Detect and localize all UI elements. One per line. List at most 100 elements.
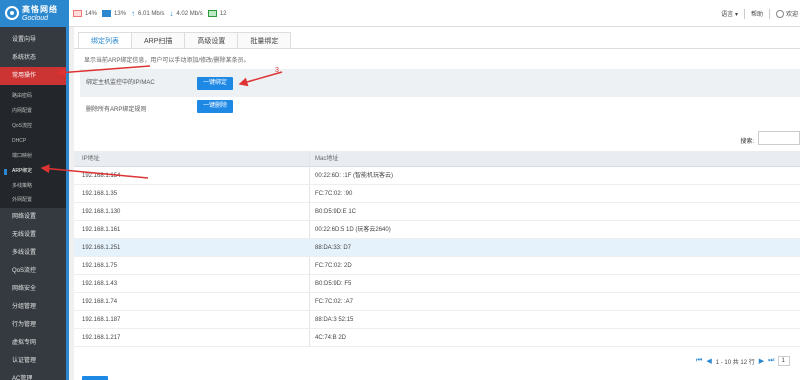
logo-icon — [5, 6, 19, 20]
header-ip[interactable]: IP地址 — [82, 151, 100, 167]
table-row[interactable]: 192.168.1.217 4C:74:B 2D — [74, 329, 800, 347]
sidebar-item-network-settings[interactable]: 网络设置 — [0, 208, 69, 226]
sidebar: 设置向导 系统状态 常用操作 路由密码 内网配置 QoS流控 DHCP 端口映射… — [0, 27, 69, 380]
upload-arrow-icon: ↑ — [131, 9, 136, 18]
main-content: 绑定列表 ARP扫描 高级设置 批量绑定 显示当前ARP绑定信息，用户可以手动添… — [74, 27, 800, 380]
divider — [743, 8, 745, 19]
cell-ip: 192.168.1.43 — [82, 281, 118, 287]
tab-advanced[interactable]: 高级设置 — [184, 32, 239, 49]
submenu-port-mapping[interactable]: 端口映射 — [0, 149, 69, 164]
submenu-lan-config[interactable]: 内网配置 — [0, 104, 69, 119]
submenu-qos[interactable]: QoS流控 — [0, 119, 69, 134]
annotation-number: 3 — [275, 67, 279, 74]
cell-ip: 192.168.1.154 — [82, 173, 121, 179]
help-link[interactable]: 帮助 — [751, 9, 763, 18]
arp-table: IP地址 Mac地址 192.168.1.154 00:22:6D: :1F (智… — [74, 151, 800, 347]
cell-mac: FC:7C:02: :90 — [315, 191, 353, 197]
submenu-dhcp[interactable]: DHCP — [0, 134, 69, 149]
submenu-arp-binding[interactable]: ARP绑定 — [0, 164, 69, 179]
monitor-icon — [207, 10, 217, 17]
submenu-wan-config[interactable]: 外网配置 — [0, 193, 69, 208]
next-page-icon[interactable]: ▶ — [759, 357, 764, 365]
brand-name-cn: 高恪网络 — [22, 5, 58, 14]
cell-mac: FC:7C:02: :A7 — [315, 299, 354, 305]
sidebar-item-auth[interactable]: 认证管理 — [0, 352, 69, 370]
sidebar-item-qos[interactable]: QoS流控 — [0, 262, 69, 280]
first-page-icon[interactable]: ⏮ — [696, 357, 702, 365]
download-stat: ↓ 4.02 Mb/s — [169, 9, 202, 18]
online-count: 12 — [219, 10, 227, 17]
top-bar: 高恪网络 Gocloud 14% 13% ↑ 6.01 Mb/s ↓ 4.02 … — [0, 0, 800, 27]
active-indicator — [4, 169, 7, 175]
table-row[interactable]: 192.168.1.74 FC:7C:02: :A7 — [74, 293, 800, 311]
memory-icon — [102, 10, 112, 17]
download-value: 4.02 Mb/s — [176, 10, 203, 17]
prev-page-icon[interactable]: ◀ — [706, 357, 711, 365]
language-menu[interactable]: 语言 ▾ — [721, 9, 738, 18]
tab-arp-scan[interactable]: ARP扫描 — [131, 32, 186, 49]
sidebar-submenu: 路由密码 内网配置 QoS流控 DHCP 端口映射 ARP绑定 多线策略 外网配… — [0, 85, 69, 208]
sidebar-item-common-ops[interactable]: 常用操作 — [0, 67, 69, 85]
table-row[interactable]: 192.168.1.251 88:DA:33: D7 — [74, 239, 800, 257]
sidebar-item-setup-wizard[interactable]: 设置向导 — [0, 31, 69, 49]
cpu-stat: 14% — [73, 10, 97, 17]
memory-value: 13% — [114, 10, 127, 17]
download-arrow-icon: ↓ — [169, 9, 174, 18]
one-click-delete-button[interactable]: 一键删除 — [197, 100, 234, 113]
sidebar-item-groups[interactable]: 分组管理 — [0, 298, 69, 316]
cpu-value: 14% — [85, 10, 98, 17]
table-row[interactable]: 192.168.1.187 88:DA:3 52:15 — [74, 311, 800, 329]
header-mac[interactable]: Mac地址 — [315, 151, 338, 167]
cell-mac: 4C:74:B 2D — [315, 335, 347, 341]
cell-ip: 192.168.1.130 — [82, 209, 121, 215]
search-label: 搜索: — [740, 139, 754, 145]
cell-mac: B0:D5:9D:E 1C — [315, 209, 357, 215]
notice-text: 显示当前ARP绑定信息，用户可以手动添加/修改/删除某条员。 — [84, 58, 250, 64]
brand-logo[interactable]: 高恪网络 Gocloud — [0, 0, 69, 27]
bind-row: 绑定主机监控中的IP/MAC — [80, 69, 800, 97]
sidebar-item-ac[interactable]: AC管理 — [0, 370, 69, 380]
cpu-icon — [73, 10, 82, 17]
cell-ip: 192.168.1.75 — [82, 263, 118, 269]
cell-mac: 88:DA:33: D7 — [315, 245, 352, 251]
table-row[interactable]: 192.168.1.161 00:22:6D:5 1D (玩客云2640) — [74, 221, 800, 239]
brand-name-en: Gocloud — [22, 15, 49, 22]
sidebar-item-wireless[interactable]: 无线设置 — [0, 226, 69, 244]
sidebar-item-vpn[interactable]: 虚拟专网 — [0, 334, 69, 352]
cell-ip: 192.168.1.161 — [82, 227, 121, 233]
user-greeting: 欢迎 — [785, 12, 798, 18]
tab-batch-binding[interactable]: 批量绑定 — [237, 32, 292, 49]
cell-mac: 00:22:6D: :1F (智能机玩客云) — [315, 173, 394, 179]
sidebar-item-behavior[interactable]: 行为管理 — [0, 316, 69, 334]
sidebar-item-multiline[interactable]: 多线设置 — [0, 244, 69, 262]
sidebar-item-system-status[interactable]: 系统状态 — [0, 49, 69, 67]
last-page-icon[interactable]: ⏭ — [768, 357, 774, 365]
add-button[interactable] — [82, 376, 108, 380]
cell-ip: 192.168.1.74 — [82, 299, 118, 305]
sidebar-scrollbar[interactable] — [66, 27, 69, 380]
cell-mac: FC:7C:02: 2D — [315, 263, 352, 269]
online-stat[interactable]: 12 — [207, 10, 227, 17]
search-input[interactable] — [758, 131, 800, 145]
cell-ip: 192.168.1.217 — [82, 335, 121, 341]
table-row[interactable]: 192.168.1.75 FC:7C:02: 2D — [74, 257, 800, 275]
table-row[interactable]: 192.168.1.35 FC:7C:02: :90 — [74, 185, 800, 203]
user-menu[interactable]: 欢迎 — [775, 9, 800, 18]
user-icon — [775, 9, 784, 18]
upload-stat: ↑ 6.01 Mb/s — [131, 9, 164, 18]
table-row[interactable]: 192.168.1.130 B0:D5:9D:E 1C — [74, 203, 800, 221]
table-row[interactable]: 192.168.1.43 B0:D5:9D: F5 — [74, 275, 800, 293]
divider — [768, 8, 770, 19]
one-click-bind-button[interactable]: 一键绑定 — [197, 77, 234, 90]
tab-underline — [74, 48, 800, 49]
system-stats: 14% 13% ↑ 6.01 Mb/s ↓ 4.02 Mb/s 12 — [73, 0, 226, 27]
page-number-input[interactable]: 1 — [778, 356, 791, 366]
table-row[interactable]: 192.168.1.154 00:22:6D: :1F (智能机玩客云) — [74, 167, 800, 185]
memory-stat: 13% — [102, 10, 126, 17]
tab-binding-list[interactable]: 绑定列表 — [78, 32, 132, 49]
submenu-multiline-policy[interactable]: 多线策略 — [0, 179, 69, 194]
bind-label: 绑定主机监控中的IP/MAC — [86, 80, 155, 86]
sidebar-item-security[interactable]: 网络安全 — [0, 280, 69, 298]
submenu-router-password[interactable]: 路由密码 — [0, 89, 69, 104]
page-summary: 1 - 10 共 12 行 — [715, 359, 755, 366]
